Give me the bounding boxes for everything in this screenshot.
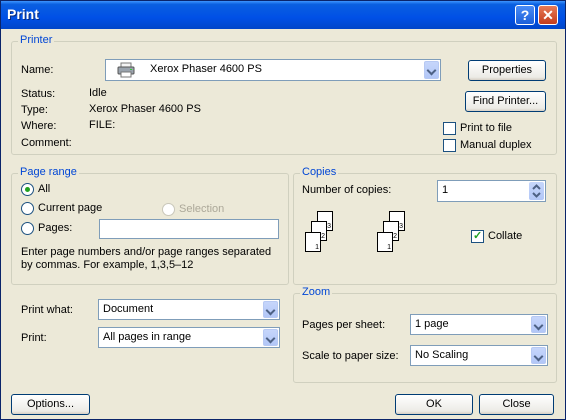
number-of-copies-label: Number of copies:: [302, 184, 392, 196]
page-range-hint: Enter page numbers and/or page ranges se…: [21, 246, 272, 271]
print-what-label: Print what:: [21, 304, 73, 316]
where-label: Where:: [21, 120, 57, 132]
close-icon[interactable]: ✕: [538, 5, 558, 25]
current-page-label[interactable]: Current page: [38, 202, 102, 214]
where-value: FILE:: [89, 119, 116, 131]
print-select[interactable]: All pages in range: [98, 327, 280, 348]
type-label: Type:: [21, 104, 48, 116]
properties-button[interactable]: Properties: [468, 60, 546, 81]
checkmark-icon: ✓: [473, 230, 483, 242]
print-what-select[interactable]: Document: [98, 299, 280, 320]
status-value: Idle: [89, 87, 107, 99]
name-label: Name:: [21, 64, 54, 76]
find-printer-button[interactable]: Find Printer...: [465, 91, 546, 112]
print-to-file-checkbox[interactable]: [443, 122, 456, 135]
all-label[interactable]: All: [38, 183, 50, 195]
selection-radio[interactable]: [162, 203, 175, 216]
printer-group-label: Printer: [18, 34, 55, 46]
pages-label[interactable]: Pages:: [38, 222, 72, 234]
print-label: Print:: [21, 332, 47, 344]
zoom-group-label: Zoom: [300, 286, 333, 298]
pages-per-sheet-value: 1 page: [415, 318, 449, 330]
print-what-value: Document: [103, 303, 154, 315]
collate-label[interactable]: Collate: [488, 230, 522, 242]
page-sheet: 1: [305, 232, 321, 252]
spin-arrows-icon[interactable]: [529, 182, 544, 200]
status-label: Status:: [21, 88, 56, 100]
collate-checkbox[interactable]: ✓: [471, 230, 484, 243]
help-icon[interactable]: ?: [515, 5, 535, 25]
dropdown-arrow-icon[interactable]: [531, 316, 546, 333]
selection-label[interactable]: Selection: [179, 203, 224, 215]
print-to-file-label[interactable]: Print to file: [460, 122, 512, 134]
printer-name-value: Xerox Phaser 4600 PS: [150, 63, 262, 75]
printer-icon: [116, 62, 138, 78]
zoom-group: Zoom: [293, 286, 557, 383]
page-sheet: 1: [377, 232, 393, 252]
number-of-copies-input[interactable]: 1: [437, 180, 546, 202]
manual-duplex-checkbox[interactable]: [443, 139, 456, 152]
dropdown-arrow-icon[interactable]: [424, 61, 439, 79]
type-value: Xerox Phaser 4600 PS: [89, 103, 201, 115]
printer-name-select[interactable]: Xerox Phaser 4600 PS: [105, 59, 441, 81]
dropdown-arrow-icon[interactable]: [531, 347, 546, 364]
dialog-title: Print: [7, 6, 39, 22]
dropdown-arrow-icon[interactable]: [263, 301, 278, 318]
dropdown-arrow-icon[interactable]: [263, 329, 278, 346]
comment-label: Comment:: [21, 137, 72, 149]
print-dialog: Print ? ✕ Printer Name: Xerox Phaser 460…: [0, 0, 566, 420]
scale-to-paper-label: Scale to paper size:: [302, 350, 399, 362]
options-button[interactable]: Options...: [11, 394, 90, 415]
number-of-copies-value: 1: [442, 184, 449, 196]
manual-duplex-label[interactable]: Manual duplex: [460, 139, 532, 151]
radio-selected-dot: [25, 187, 30, 192]
ok-button[interactable]: OK: [395, 394, 473, 415]
pages-per-sheet-label: Pages per sheet:: [302, 319, 386, 331]
close-button[interactable]: Close: [479, 394, 554, 415]
pages-per-sheet-select[interactable]: 1 page: [410, 314, 548, 335]
print-value: All pages in range: [103, 331, 192, 343]
current-page-radio[interactable]: [21, 202, 34, 215]
title-bar[interactable]: Print ? ✕: [1, 1, 565, 29]
copies-group-label: Copies: [300, 166, 339, 178]
scale-to-paper-value: No Scaling: [415, 349, 469, 361]
all-radio[interactable]: [21, 183, 34, 196]
page-range-label: Page range: [18, 166, 79, 178]
pages-input[interactable]: [99, 219, 279, 239]
scale-to-paper-select[interactable]: No Scaling: [410, 345, 548, 366]
pages-radio[interactable]: [21, 222, 34, 235]
collate-pages-icon: 3 2 1 3 2 1: [301, 211, 411, 271]
